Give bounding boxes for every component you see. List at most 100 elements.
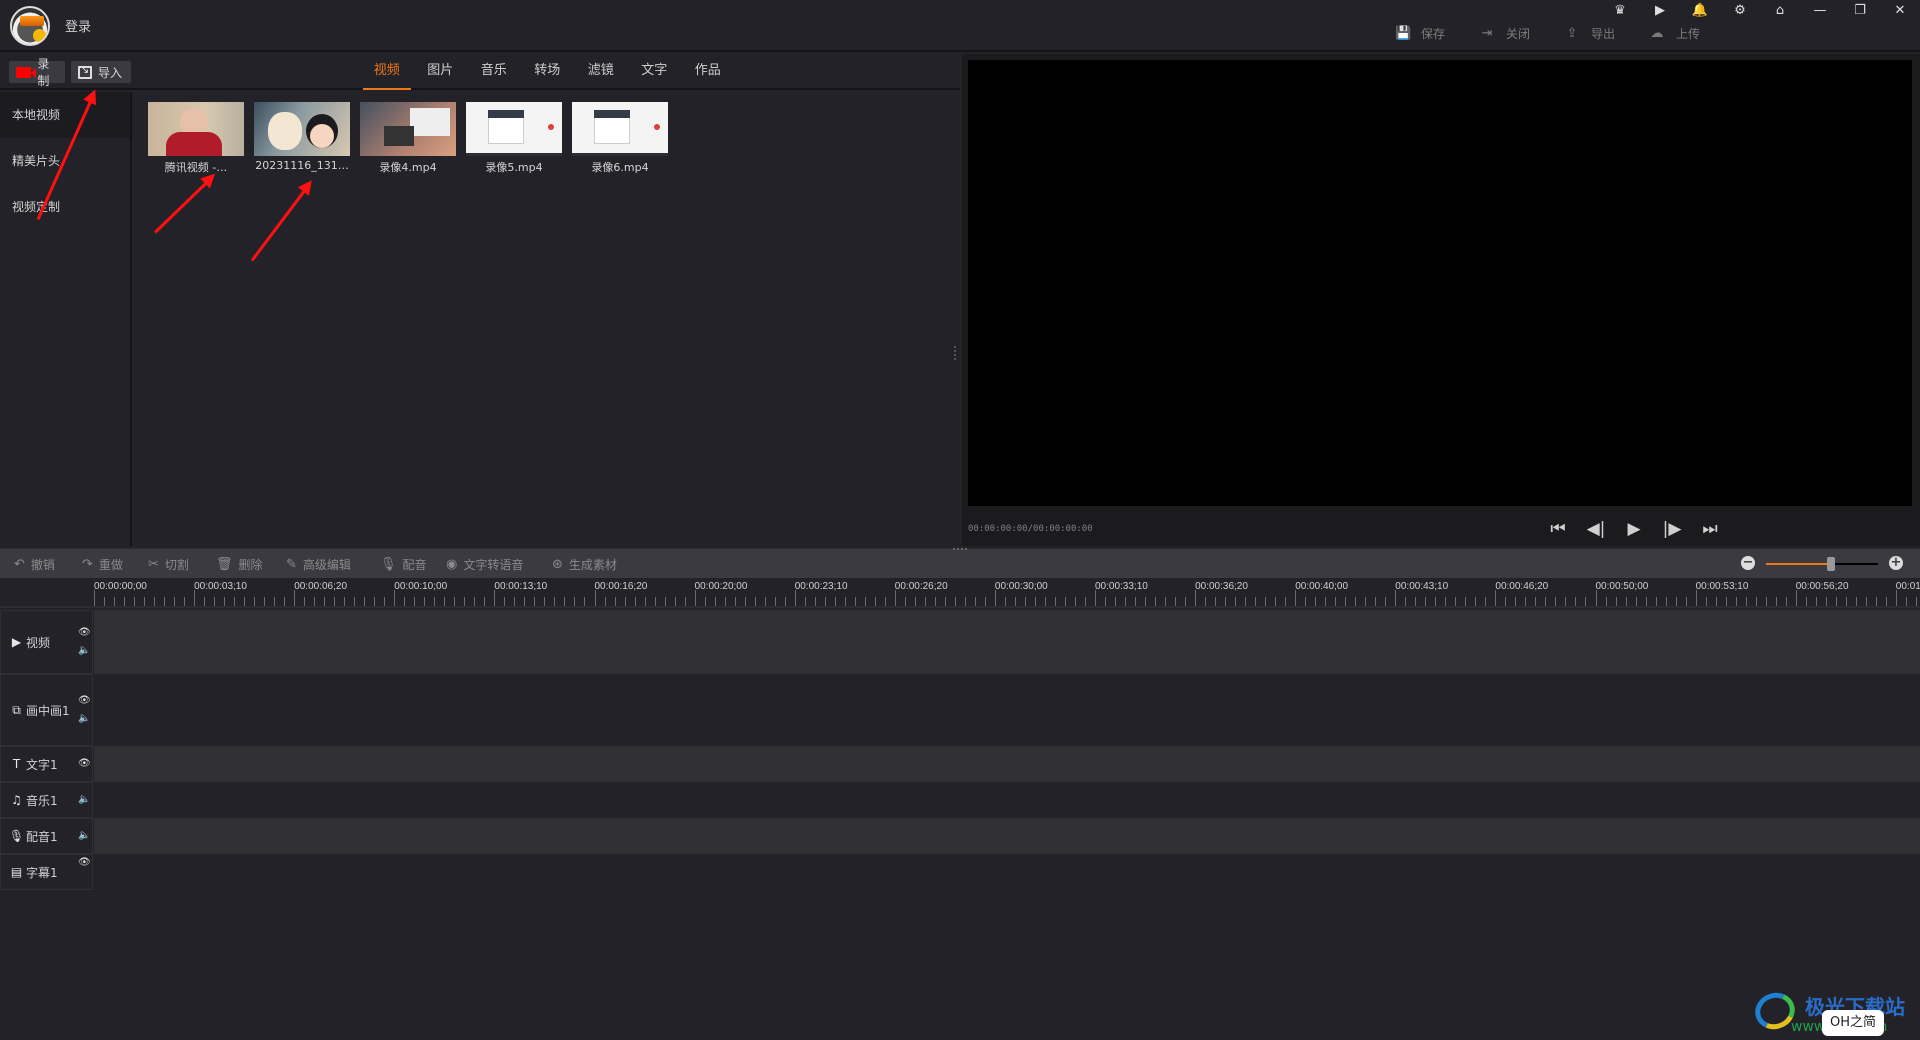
voiceover-button[interactable]: 🎙 配音 bbox=[380, 549, 427, 579]
track-lane-text[interactable] bbox=[94, 746, 1920, 782]
upload-button[interactable]: ☁ 上传 bbox=[1650, 25, 1735, 42]
media-thumbnail bbox=[572, 102, 668, 156]
advanced-edit-button[interactable]: ✎ 高级编辑 bbox=[286, 549, 351, 579]
close-button[interactable]: ⇥ 关闭 bbox=[1480, 25, 1565, 42]
track-lane-subtitle[interactable] bbox=[94, 854, 1920, 890]
qq-icon[interactable]: 🔔 bbox=[1680, 0, 1720, 20]
text-to-speech-button[interactable]: ◉ 文字转语音 bbox=[446, 549, 523, 579]
track-header-video[interactable]: ▶ 视频 👁 🔈 bbox=[0, 610, 93, 674]
generate-material-button[interactable]: ⊛ 生成素材 bbox=[552, 549, 617, 579]
close-icon[interactable]: ✕ bbox=[1880, 0, 1920, 20]
ruler-tick bbox=[1255, 597, 1257, 606]
zoom-slider-handle[interactable] bbox=[1826, 557, 1835, 571]
track-header-text[interactable]: T 文字1 👁 bbox=[0, 746, 93, 782]
ruler-tick bbox=[1115, 597, 1117, 606]
tab-2[interactable]: 音乐 bbox=[467, 54, 521, 90]
skip-end-button[interactable]: ⏭ bbox=[1698, 518, 1722, 540]
visibility-eye-icon[interactable]: 👁 bbox=[78, 857, 91, 868]
visibility-eye-icon[interactable]: 👁 bbox=[78, 627, 91, 638]
tab-3[interactable]: 转场 bbox=[521, 54, 575, 90]
speaker-icon[interactable]: 🔈 bbox=[78, 830, 90, 841]
tab-4[interactable]: 滤镜 bbox=[574, 54, 628, 90]
tab-1[interactable]: 图片 bbox=[414, 54, 468, 90]
ruler-tick bbox=[794, 590, 796, 606]
ruler-tick bbox=[1275, 597, 1277, 606]
visibility-eye-icon[interactable]: 👁 bbox=[78, 695, 91, 706]
skip-start-button[interactable]: ⏮ bbox=[1546, 518, 1570, 540]
track-header-music[interactable]: ♫ 音乐1 🔈 bbox=[0, 782, 93, 818]
ruler-tick bbox=[1185, 597, 1187, 606]
track-header-subtitle[interactable]: ▤ 字幕1 👁 bbox=[0, 854, 93, 890]
track-lane-pip[interactable] bbox=[94, 674, 1920, 746]
redo-label: 重做 bbox=[98, 557, 123, 572]
minimize-icon[interactable]: — bbox=[1800, 0, 1840, 20]
sidebar-item[interactable]: 视频定制 bbox=[0, 184, 130, 230]
ruler-label: 00:00:56;20 bbox=[1795, 581, 1849, 592]
speaker-icon[interactable]: 🔈 bbox=[78, 645, 90, 656]
pip-icon: ⧉ bbox=[12, 702, 21, 717]
vip-icon[interactable]: ♛ bbox=[1600, 0, 1640, 20]
ruler-tick bbox=[814, 597, 816, 606]
close-label: 关闭 bbox=[1506, 27, 1531, 41]
login-link[interactable]: 登录 bbox=[65, 16, 91, 35]
ruler-tick bbox=[774, 597, 776, 606]
track-header-voice[interactable]: 🎙 配音1 🔈 bbox=[0, 818, 93, 854]
track-header-pip[interactable]: ⧉ 画中画1 👁 🔈 bbox=[0, 674, 93, 746]
save-button[interactable]: 💾 保存 bbox=[1395, 25, 1480, 42]
visibility-eye-icon[interactable]: 👁 bbox=[78, 758, 91, 769]
media-item[interactable]: 录像6.mp4 bbox=[572, 102, 668, 175]
preview-screen[interactable] bbox=[968, 60, 1912, 506]
tab-0[interactable]: 视频 bbox=[360, 54, 414, 90]
timeline-zoom-slider[interactable] bbox=[1766, 557, 1878, 571]
advanced-edit-label: 高级编辑 bbox=[302, 557, 351, 572]
ruler-tick bbox=[164, 597, 166, 606]
prev-frame-button[interactable]: ◀| bbox=[1584, 518, 1608, 540]
media-thumbnail bbox=[466, 102, 562, 156]
cut-button[interactable]: ✂ 切割 bbox=[148, 549, 189, 579]
ruler-tick bbox=[414, 597, 416, 606]
track-lane-music[interactable] bbox=[94, 782, 1920, 818]
panel-splitter-horizontal[interactable] bbox=[953, 548, 967, 551]
next-frame-button[interactable]: |▶ bbox=[1660, 518, 1684, 540]
home-icon[interactable]: ⌂ bbox=[1760, 0, 1800, 20]
zoom-out-button[interactable]: − bbox=[1741, 556, 1755, 570]
ruler-tick bbox=[1054, 597, 1056, 606]
speaker-icon[interactable]: 🔈 bbox=[78, 794, 90, 805]
redo-button[interactable]: ↷ 重做 bbox=[82, 549, 123, 579]
tutorial-icon[interactable]: ▶ bbox=[1640, 0, 1680, 20]
ruler-tick bbox=[1655, 597, 1657, 606]
exit-icon: ⇥ bbox=[1481, 25, 1493, 41]
import-button[interactable]: 导入 bbox=[71, 61, 131, 83]
record-button[interactable]: 录制 bbox=[9, 57, 65, 88]
media-item[interactable]: 录像4.mp4 bbox=[360, 102, 456, 175]
settings-icon[interactable]: ⚙ bbox=[1720, 0, 1760, 20]
tab-6[interactable]: 作品 bbox=[681, 54, 735, 90]
ruler-tick bbox=[944, 597, 946, 606]
zoom-in-button[interactable]: + bbox=[1889, 556, 1903, 570]
ruler-tick bbox=[1024, 597, 1026, 606]
tab-5[interactable]: 文字 bbox=[628, 54, 682, 90]
ruler-tick bbox=[884, 597, 886, 606]
ruler-tick bbox=[784, 597, 786, 606]
play-button[interactable]: ▶ bbox=[1622, 518, 1646, 540]
delete-button[interactable]: 🗑 删除 bbox=[216, 549, 263, 579]
media-item[interactable]: 20231116_131… bbox=[254, 102, 350, 175]
panel-splitter-vertical[interactable] bbox=[954, 346, 957, 360]
sidebar-item[interactable]: 本地视频 bbox=[0, 92, 130, 138]
media-item[interactable]: 录像5.mp4 bbox=[466, 102, 562, 175]
undo-button[interactable]: ↶ 撤销 bbox=[14, 549, 55, 579]
ruler-tick bbox=[1004, 597, 1006, 606]
ruler-tick bbox=[1635, 597, 1637, 606]
generate-material-icon: ⊛ bbox=[552, 556, 563, 572]
media-item[interactable]: 腾讯视频 -… bbox=[148, 102, 244, 175]
ruler-tick bbox=[1605, 597, 1607, 606]
restore-icon[interactable]: ❐ bbox=[1840, 0, 1880, 20]
ruler-tick bbox=[214, 597, 216, 606]
timeline-ruler[interactable]: 00:00:00;00 00:00:03;10 00:00:06;20 00:00:1… bbox=[0, 578, 1920, 608]
track-lane-video[interactable] bbox=[94, 610, 1920, 674]
speaker-icon[interactable]: 🔈 bbox=[78, 713, 90, 724]
ruler-tick bbox=[1105, 597, 1106, 606]
export-button[interactable]: ⇪ 导出 bbox=[1565, 25, 1650, 42]
track-lane-voice[interactable] bbox=[94, 818, 1920, 854]
track-label: 配音1 bbox=[26, 829, 58, 844]
